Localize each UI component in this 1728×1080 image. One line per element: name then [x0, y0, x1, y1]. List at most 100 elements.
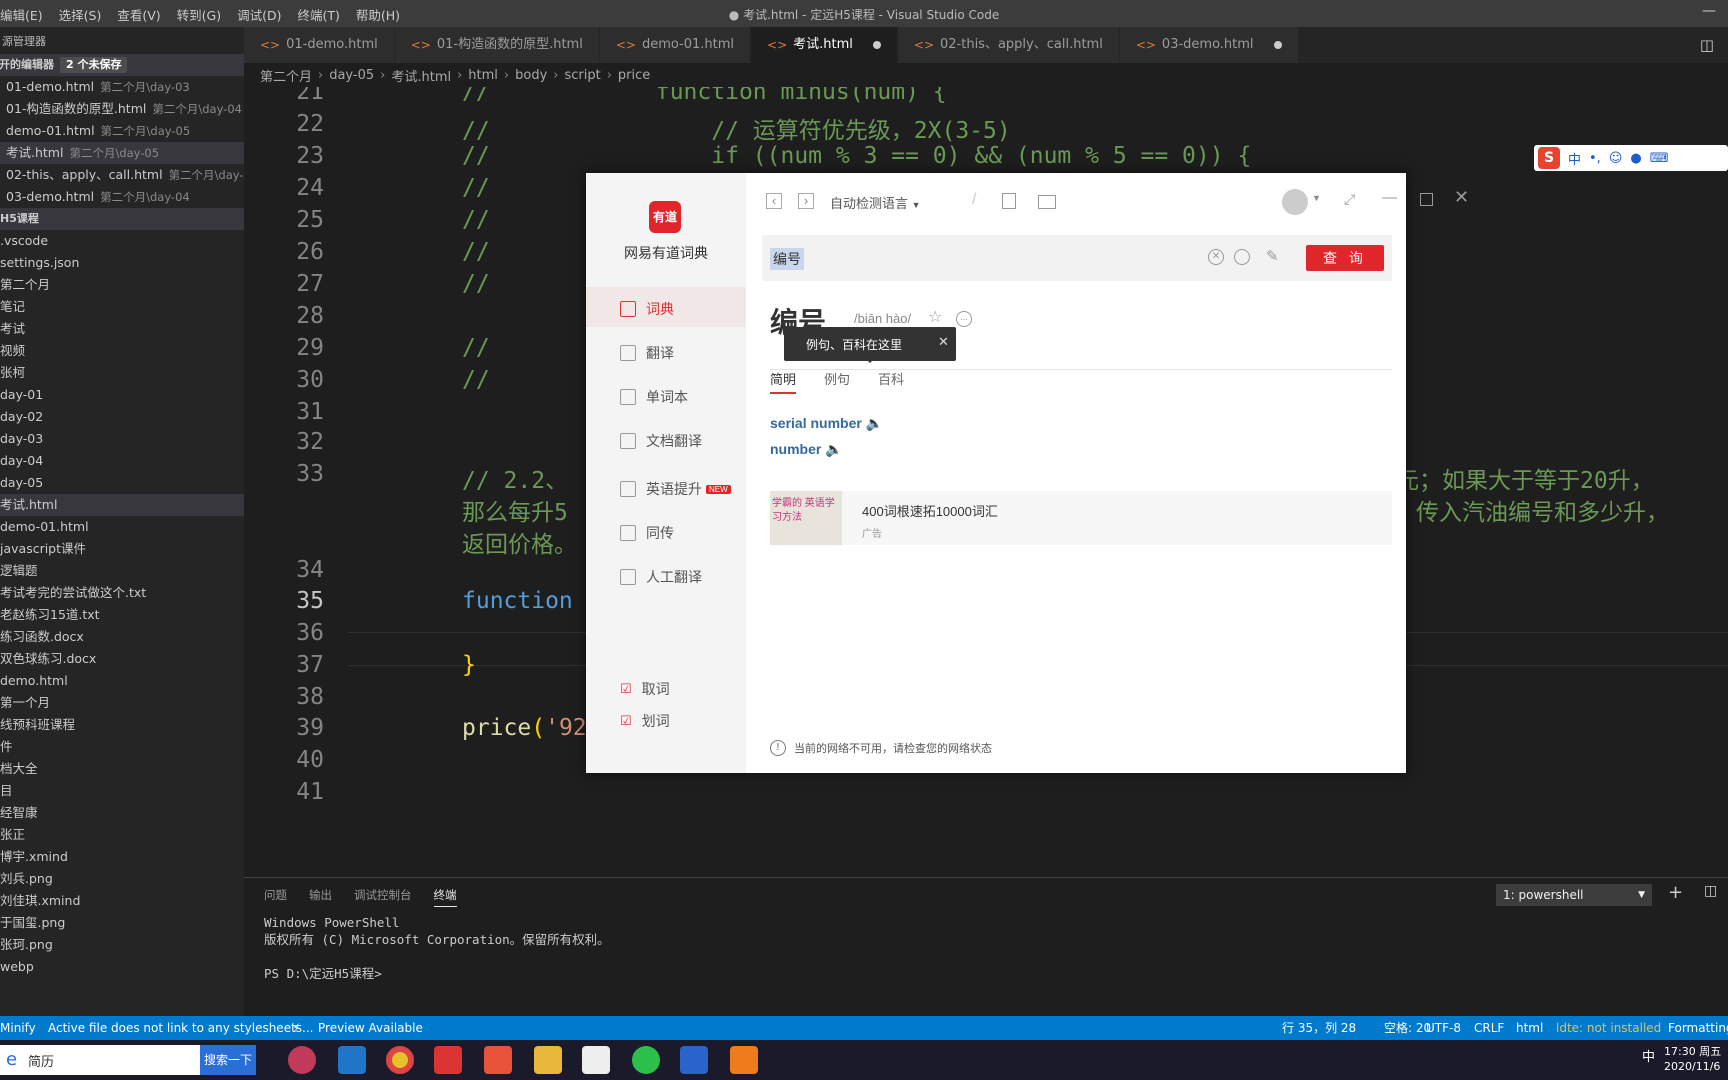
unsaved-dot-icon[interactable] — [1273, 41, 1282, 49]
tree-item[interactable]: 第一个月 — [0, 692, 244, 714]
chevron-down-icon[interactable]: ▼ — [1312, 193, 1321, 203]
open-editor-item[interactable]: 01-demo.html 第二个月\day-03 — [0, 76, 244, 98]
code-line-wrap[interactable]: 返回价格。 — [462, 525, 577, 559]
code-line[interactable]: // — [462, 207, 490, 233]
tab-liju[interactable]: 例句 — [824, 369, 850, 394]
code-line[interactable]: // 2.2、 — [462, 461, 568, 495]
editor-tab[interactable]: <> 考试.html — [751, 27, 898, 63]
tree-item[interactable]: settings.json — [0, 252, 244, 274]
breadcrumb-item[interactable]: html — [468, 68, 498, 83]
search-input[interactable]: 简历 — [28, 1051, 54, 1070]
camera-app-icon[interactable] — [288, 1046, 316, 1074]
tree-item[interactable]: 于国玺.png — [0, 912, 244, 934]
tab-problems[interactable]: 问题 — [264, 887, 287, 907]
tree-item[interactable]: 考试 — [0, 318, 244, 340]
dict-nav-item[interactable]: 英语提升 NEW — [620, 479, 731, 499]
tree-item[interactable]: 刘佳琪.xmind — [0, 890, 244, 912]
tab-debug-console[interactable]: 调试控制台 — [354, 887, 412, 907]
code-line-fragment[interactable]: 元；如果大于等于20升， — [1396, 461, 1654, 495]
tree-item[interactable]: demo-01.html — [0, 516, 244, 538]
code-line[interactable]: // — [462, 175, 490, 201]
mini-mode-icon[interactable]: ⤢ — [1344, 191, 1355, 208]
sogou-logo-icon[interactable]: S — [1538, 147, 1560, 169]
close-icon[interactable]: ✕ — [1454, 187, 1469, 208]
history-icon[interactable] — [1234, 249, 1250, 265]
file-explorer-icon[interactable] — [534, 1046, 562, 1074]
tree-item[interactable]: 张柯 — [0, 362, 244, 384]
dict-nav-item[interactable]: 同传 — [620, 523, 674, 543]
editor-tab[interactable]: <> 03-demo.html — [1119, 27, 1299, 63]
tree-item[interactable]: 刘兵.png — [0, 868, 244, 890]
tree-item[interactable]: 博宇.xmind — [0, 846, 244, 868]
terminal-select[interactable]: 1: powershell ▼ — [1496, 884, 1652, 906]
document-icon[interactable] — [1002, 193, 1016, 209]
youdao-app-icon[interactable] — [434, 1046, 462, 1074]
tree-item[interactable]: 考试.html — [0, 494, 244, 516]
breadcrumb-item[interactable]: 考试.html — [391, 66, 451, 85]
clear-icon[interactable]: ✕ — [1208, 249, 1224, 265]
sense-serial-number[interactable]: serial number 🔈 — [770, 415, 883, 432]
tree-item[interactable]: 档大全 — [0, 758, 244, 780]
status-indentation[interactable]: 空格: 20 — [1384, 1016, 1431, 1040]
tree-item[interactable]: 视频 — [0, 340, 244, 362]
code-line[interactable]: function — [462, 588, 573, 614]
tree-item[interactable]: 目 — [0, 780, 244, 802]
folder-header[interactable]: H5课程 — [0, 208, 244, 230]
ime-mic-icon[interactable]: ● — [1630, 151, 1641, 166]
tree-item[interactable]: day-01 — [0, 384, 244, 406]
ad-banner[interactable]: 学霸的 英语学习方法 400词根速拓10000词汇 广告 — [770, 491, 1392, 545]
tree-item[interactable]: 第二个月 — [0, 274, 244, 296]
ime-indicator[interactable]: 中 — [1642, 1046, 1655, 1065]
editor-tab[interactable]: <> 01-构造函数的原型.html — [394, 27, 600, 63]
status-stylesheet-warning[interactable]: Active file does not link to any stylesh… — [48, 1016, 313, 1040]
tree-item[interactable]: day-03 — [0, 428, 244, 450]
speaker-icon[interactable]: 🔈 — [866, 415, 883, 431]
breadcrumb-item[interactable]: script — [564, 68, 600, 83]
tree-item[interactable]: 张珂.png — [0, 934, 244, 956]
tree-item[interactable]: webp — [0, 956, 244, 978]
breadcrumb-item[interactable]: price — [618, 68, 650, 83]
split-terminal-icon[interactable]: ◫ — [1704, 883, 1717, 899]
chrome-app-icon[interactable] — [386, 1046, 414, 1074]
tree-item[interactable]: javascript课件 — [0, 538, 244, 560]
dict-nav-item[interactable]: 人工翻译 — [620, 567, 702, 587]
tree-item[interactable]: 笔记 — [0, 296, 244, 318]
status-ldte[interactable]: ldte: not installed — [1556, 1016, 1661, 1040]
dict-search-bar[interactable]: 编号 ✕ ✎ 查 询 — [762, 235, 1392, 281]
tree-item[interactable]: .vscode — [0, 230, 244, 252]
status-eol[interactable]: CRLF — [1474, 1016, 1504, 1040]
status-minify[interactable]: Minify — [0, 1016, 36, 1040]
search-button[interactable]: 搜索一下 — [200, 1045, 256, 1075]
typora-app-icon[interactable] — [582, 1046, 610, 1074]
editor-tab[interactable]: <> 02-this、apply、call.html — [897, 27, 1120, 63]
avatar[interactable] — [1282, 189, 1308, 215]
status-language[interactable]: html — [1516, 1016, 1543, 1040]
status-preview[interactable]: Preview Available — [318, 1016, 423, 1040]
open-editor-item[interactable]: 考试.html 第二个月\day-05 — [0, 142, 244, 164]
open-editor-item[interactable]: 02-this、apply、call.html 第二个月\day-... — [0, 164, 244, 186]
open-editor-item[interactable]: demo-01.html 第二个月\day-05 — [0, 120, 244, 142]
status-formatting[interactable]: Formatting: — [1668, 1016, 1728, 1040]
code-line-fragment[interactable]: 传入汽油编号和多少升， — [1416, 493, 1669, 527]
tree-item[interactable]: day-02 — [0, 406, 244, 428]
breadcrumb-item[interactable]: body — [515, 68, 547, 83]
tree-item[interactable]: day-05 — [0, 472, 244, 494]
ime-punct-icon[interactable]: •, — [1589, 151, 1601, 166]
code-line[interactable]: // if ((num % 3 == 0) && (num % 5 == 0))… — [462, 143, 1251, 169]
tree-item[interactable]: 考试考完的尝试做这个.txt — [0, 582, 244, 604]
editor-tab[interactable]: <> demo-01.html — [599, 27, 752, 63]
dict-nav-item[interactable]: 词典 — [620, 299, 674, 319]
tree-item[interactable]: 线预科班课程 — [0, 714, 244, 736]
tab-jianming[interactable]: 简明 — [770, 369, 797, 394]
back-icon[interactable]: ‹ — [766, 193, 782, 209]
clock-time[interactable]: 17:30 周五 — [1664, 1043, 1721, 1059]
check-huaci[interactable]: ☑ 划词 — [620, 711, 670, 731]
wps-app-icon[interactable] — [680, 1046, 708, 1074]
tab-terminal[interactable]: 终端 — [433, 887, 457, 907]
tree-item[interactable]: 双色球练习.docx — [0, 648, 244, 670]
ime-mode-icon[interactable]: 中 — [1568, 149, 1581, 168]
star-icon[interactable]: ☆ — [928, 307, 942, 327]
code-line[interactable]: // — [462, 367, 490, 393]
forward-icon[interactable]: › — [798, 193, 814, 209]
code-line-wrap[interactable]: 那么每升5 — [462, 493, 568, 527]
